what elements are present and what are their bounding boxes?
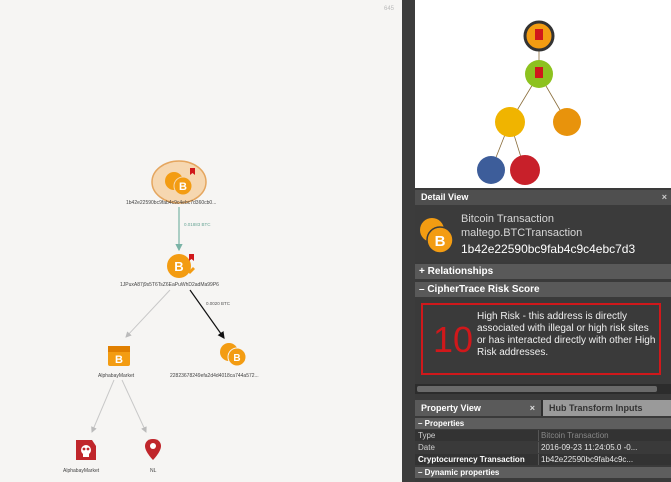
node-alphabay-market-2[interactable] [74, 438, 98, 462]
node-alphabay-market[interactable]: B [106, 344, 132, 368]
node-tx2-label: 22823678249efa2d4d4018ca744a572... [170, 373, 259, 379]
node-location-label: NL [150, 468, 157, 474]
risk-description: High Risk - this address is directly ass… [477, 311, 656, 358]
property-key: Date [418, 443, 435, 452]
property-value: 1b42e22590bc9fab4c9c... [541, 455, 634, 464]
panel-splitter[interactable] [402, 0, 415, 482]
close-icon[interactable]: × [530, 400, 535, 416]
properties-header[interactable]: – Properties [415, 418, 671, 429]
right-panel: Detail View × B Bitcoin Transaction malt… [415, 0, 671, 482]
detail-view-body: B Bitcoin Transaction maltego.BTCTransac… [415, 205, 671, 262]
detail-view-header: Detail View × [415, 190, 671, 205]
relationships-section[interactable]: + Relationships [415, 264, 671, 279]
edge-address-market [125, 289, 171, 338]
bitcoin-address-icon: B [167, 254, 195, 278]
bitcoin-transaction-icon: B [220, 343, 247, 367]
edge-address-tx2 [189, 289, 225, 339]
svg-text:B: B [435, 233, 446, 250]
entity-type: maltego.BTCTransaction [461, 227, 583, 239]
node-transaction-2[interactable]: B [218, 340, 248, 368]
svg-text:B: B [179, 181, 187, 193]
entity-title: Bitcoin Transaction [461, 213, 554, 225]
tab-property-view[interactable]: Property View × [415, 400, 541, 416]
property-key: Type [418, 431, 436, 440]
node-address-label: 1JPuxA87j9s5T6TsZ6EaPuWhD2adMa99P6 [120, 282, 219, 288]
tab-property-view-label: Property View [421, 403, 481, 413]
column-divider [538, 430, 539, 441]
marketplace-icon: B [108, 346, 130, 366]
property-row[interactable]: Type Bitcoin Transaction [415, 430, 671, 441]
overview-minimap [477, 20, 581, 185]
graph-canvas[interactable]: 645 0.01883 BTC 0.0020 BTC B 1b42e22590b… [0, 0, 402, 482]
tab-hub-label: Hub Transform Inputs [549, 403, 643, 413]
risk-score-value: 10 [433, 319, 474, 360]
property-value: Bitcoin Transaction [541, 431, 609, 440]
entity-value: 1b42e22590bc9fab4c9c4ebc7d3 [461, 242, 636, 256]
column-divider [538, 454, 539, 465]
detail-view-title: Detail View [421, 192, 469, 202]
node-market-label: AlphabayMarket [98, 373, 135, 379]
property-key: Cryptocurrency Transaction [418, 455, 525, 464]
node-bitcoin-address[interactable]: B [166, 252, 196, 280]
edge-label-root-address: 0.01883 BTC [184, 222, 211, 227]
skull-icon [76, 440, 96, 460]
location-pin-icon [145, 439, 161, 460]
dynamic-properties-header[interactable]: – Dynamic properties [415, 467, 671, 478]
graph-edges [91, 207, 225, 433]
node-location[interactable] [144, 438, 162, 462]
svg-text:B: B [115, 354, 123, 366]
node-market2-label: AlphabayMarket [63, 468, 100, 474]
risk-score-box: 10 High Risk - this address is directly … [421, 303, 661, 375]
property-value: 2016-09-23 11:24:05.0 -0... [541, 443, 638, 452]
ciphertrace-section[interactable]: – CipherTrace Risk Score [415, 282, 671, 297]
tab-hub-transform-inputs[interactable]: Hub Transform Inputs [543, 400, 671, 416]
bottom-tabs: Property View × Hub Transform Inputs [415, 400, 671, 416]
property-row[interactable]: Date 2016-09-23 11:24:05.0 -0... [415, 442, 671, 453]
column-divider [538, 442, 539, 453]
property-row[interactable]: Cryptocurrency Transaction 1b42e22590bc9… [415, 454, 671, 465]
detail-scrollbar[interactable] [415, 384, 671, 394]
edge-market-market2 [91, 379, 115, 433]
svg-text:B: B [233, 353, 240, 364]
node-root-label: 1b42e22590bc9fab4c9c4ebc7d360cb0... [126, 200, 217, 206]
svg-text:B: B [174, 259, 183, 274]
graph-overview[interactable] [415, 0, 671, 188]
edge-market-location [121, 379, 147, 433]
edge-label-address-tx2: 0.0020 BTC [206, 301, 231, 306]
bitcoin-transaction-icon: B [420, 218, 454, 254]
close-icon[interactable]: × [662, 190, 667, 205]
scrollbar-thumb[interactable] [417, 386, 657, 392]
